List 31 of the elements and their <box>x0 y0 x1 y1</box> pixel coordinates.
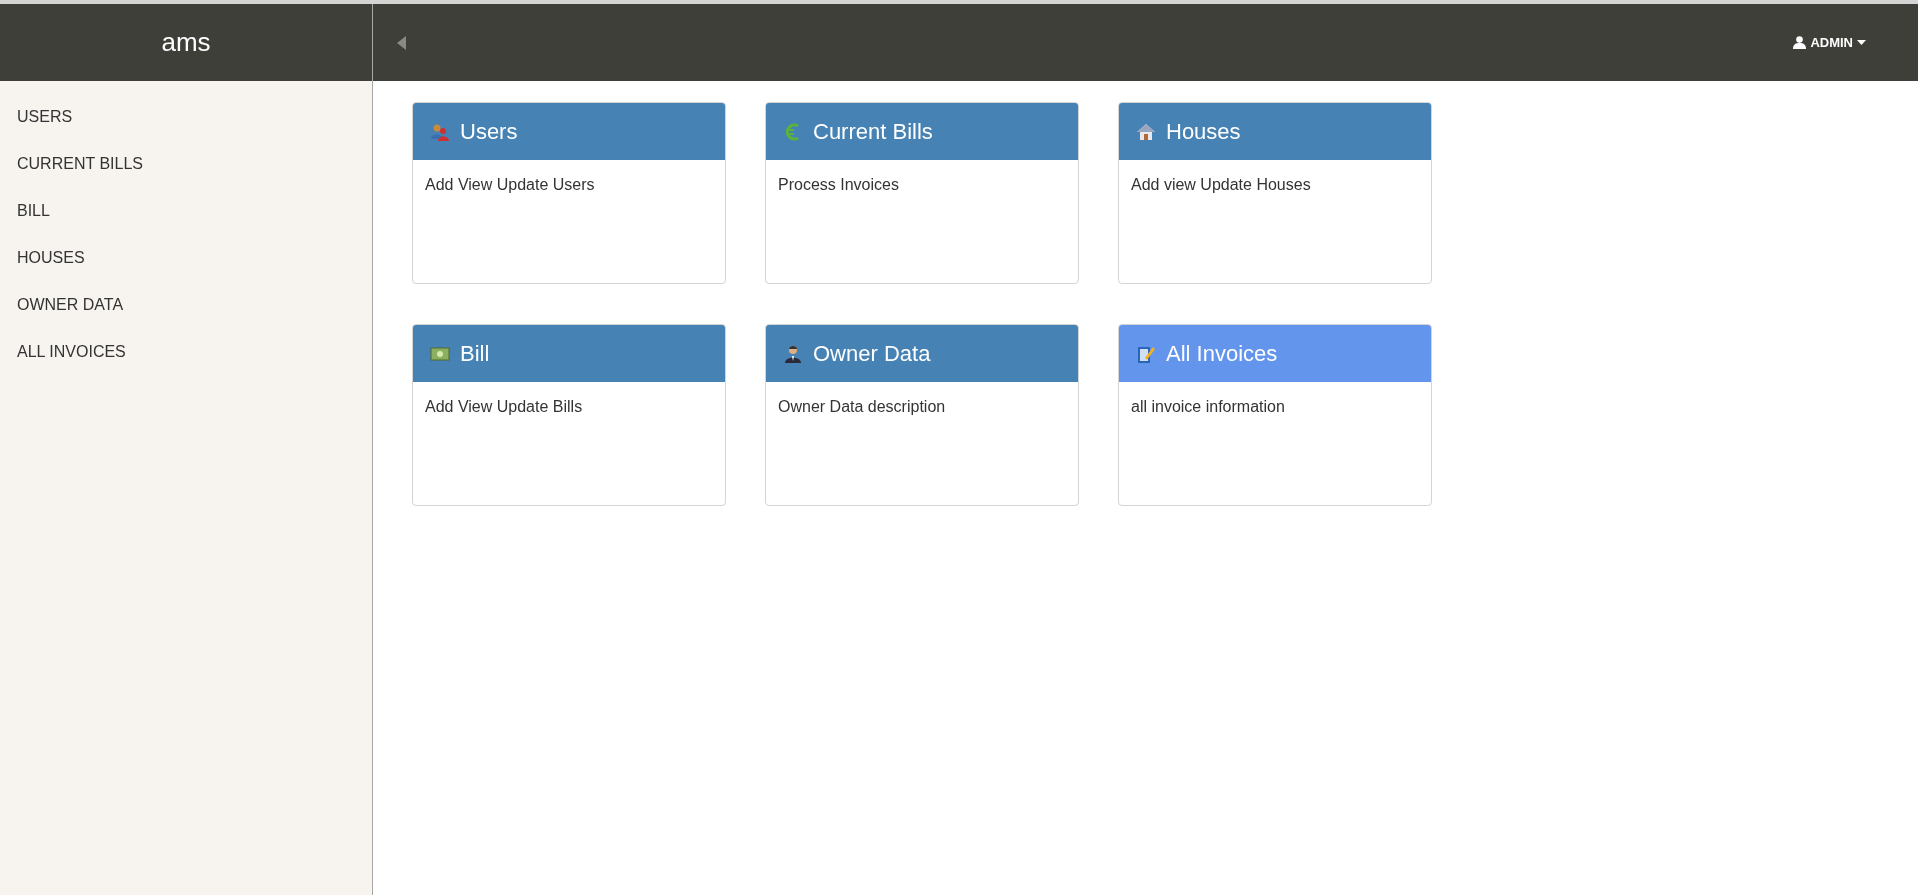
sidebar-item[interactable]: ALL INVOICES <box>0 328 372 375</box>
dashboard-card[interactable]: Owner Data Owner Data description <box>765 324 1079 506</box>
dashboard-card[interactable]: Bill Add View Update Bills <box>412 324 726 506</box>
card-title: Current Bills <box>813 118 933 145</box>
card-description: Add View Update Users <box>424 175 596 195</box>
card-title: Bill <box>460 340 490 367</box>
caret-icon <box>1857 40 1866 45</box>
card-description: Process Invoices <box>777 175 900 195</box>
sidebar-item[interactable]: BILL <box>0 187 372 234</box>
card-title: Users <box>460 118 518 145</box>
card-description: Add View Update Bills <box>424 397 584 417</box>
card-title: Owner Data <box>813 340 931 367</box>
user-icon <box>1793 36 1807 49</box>
sidebar-item[interactable]: CURRENT BILLS <box>0 140 372 187</box>
sidebar-item[interactable]: USERS <box>0 93 372 140</box>
collapse-arrow-icon[interactable] <box>397 35 406 50</box>
card-description: all invoice information <box>1130 397 1286 417</box>
card-description: Add view Update Houses <box>1130 175 1312 195</box>
house-icon <box>1136 121 1156 142</box>
brand-title: ams <box>161 27 211 58</box>
sidebar-item[interactable]: HOUSES <box>0 234 372 281</box>
user-menu-button[interactable]: ADMIN <box>1789 31 1870 54</box>
card-description: Owner Data description <box>777 397 947 417</box>
card-title: All Invoices <box>1166 340 1278 367</box>
dashboard-card[interactable]: All Invoices all invoice information <box>1118 324 1432 506</box>
businessman-icon <box>783 343 803 364</box>
dashboard-card[interactable]: Users Add View Update Users <box>412 102 726 284</box>
card-title: Houses <box>1166 118 1241 145</box>
dashboard-card[interactable]: Houses Add view Update Houses <box>1118 102 1432 284</box>
dashboard-card[interactable]: Current Bills Process Invoices <box>765 102 1079 284</box>
sidebar-item[interactable]: OWNER DATA <box>0 281 372 328</box>
